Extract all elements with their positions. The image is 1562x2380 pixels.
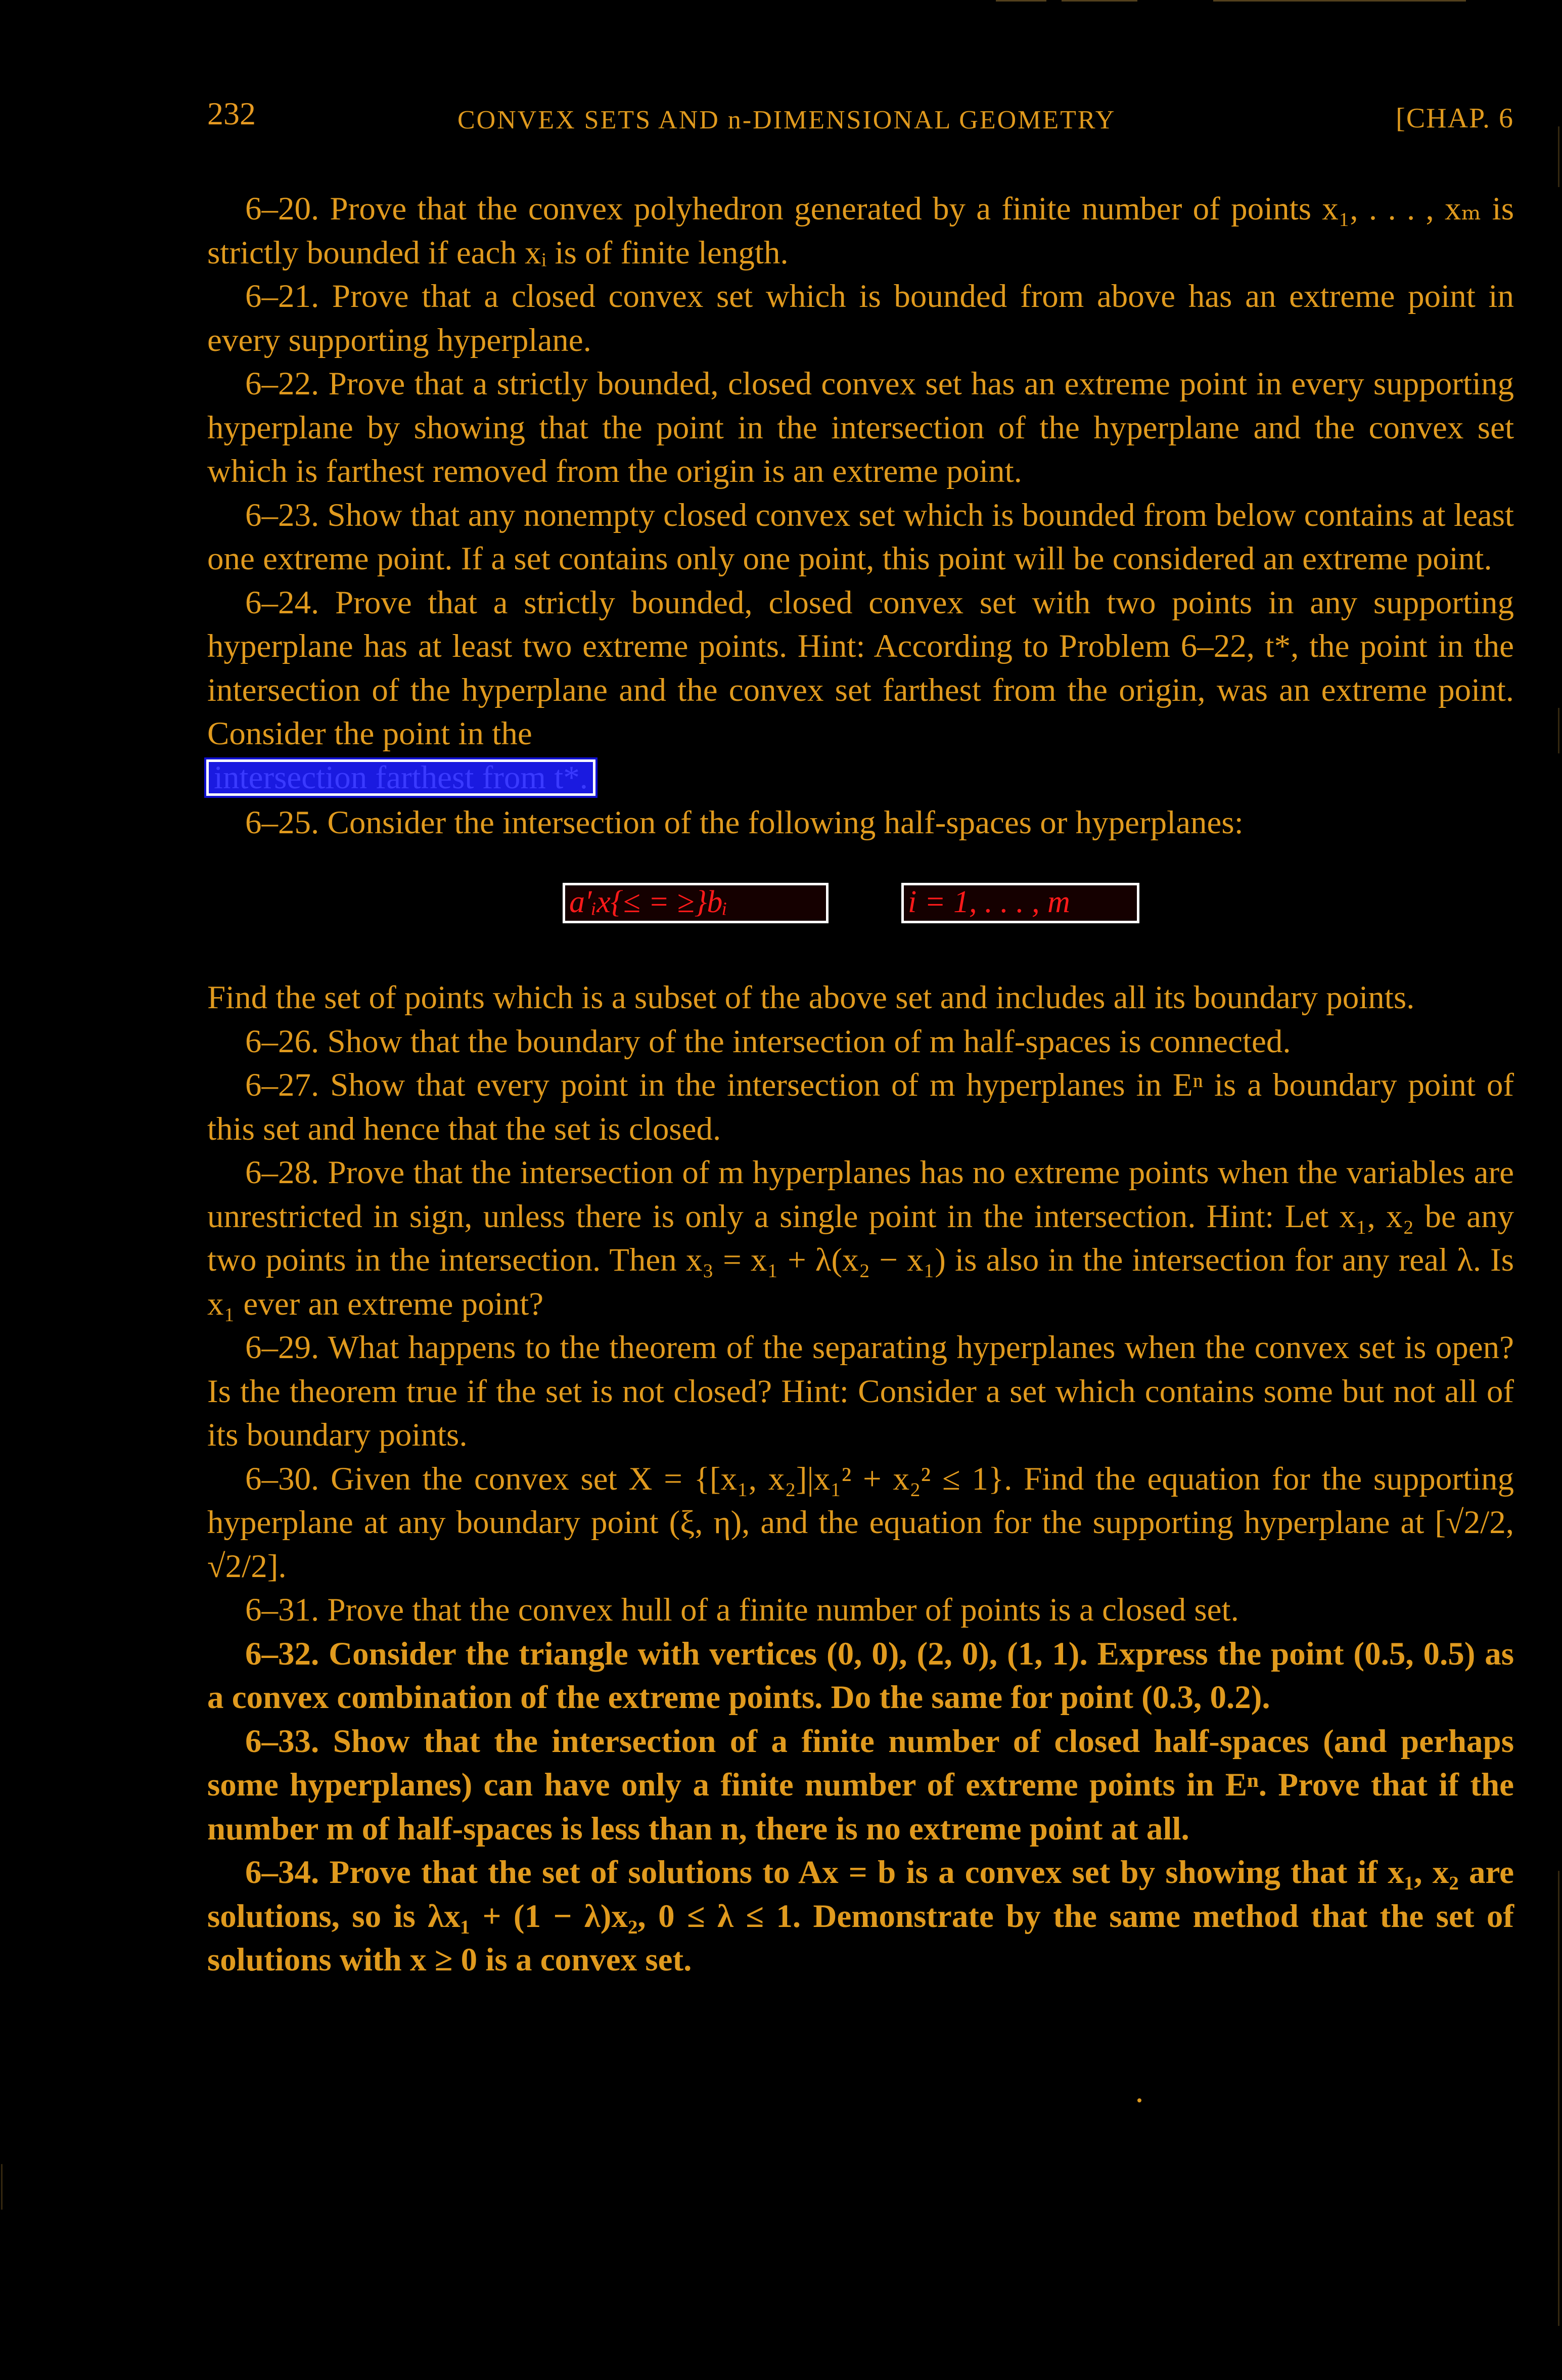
problem-6-25: 6–25. Consider the intersection of the f… [245,804,1244,841]
stray-dot [1137,2098,1141,2102]
problem-6-24-end: intersection farthest from t*. [204,756,1514,801]
formula-constraint[interactable]: a′ᵢx{≤ = ≥}bᵢ [563,883,829,923]
scan-artifact-line [996,0,1046,2]
formula-row: a′ᵢx{≤ = ≥}bᵢ i = 1, . . . , m [207,844,1514,976]
problem-6-34: 6–34. Prove that the set of solutions to… [207,1854,1514,1978]
running-title: CONVEX SETS AND n-DIMENSIONAL GEOMETRY [457,106,1116,134]
problem-6-24: 6–24. Prove that a strictly bounded, clo… [207,584,1514,752]
scan-artifact-edge [1,2164,3,2210]
problem-6-20: 6–20. Prove that the convex polyhedron g… [207,191,1514,271]
scan-artifact-line [1062,0,1137,2]
page-number: 232 [207,96,256,131]
running-header: 232 CONVEX SETS AND n-DIMENSIONAL GEOMET… [207,95,1514,141]
scan-artifact-line [1213,0,1466,2]
problem-6-31: 6–31. Prove that the convex hull of a fi… [245,1592,1239,1628]
problem-6-22: 6–22. Prove that a strictly bounded, clo… [207,366,1514,489]
document-page: 232 CONVEX SETS AND n-DIMENSIONAL GEOMET… [0,0,1562,2380]
problem-6-29: 6–29. What happens to the theorem of the… [207,1329,1514,1453]
highlighted-text-selection[interactable]: intersection farthest from t*. [204,757,598,798]
problem-list: 6–20. Prove that the convex polyhedron g… [204,187,1514,1982]
problem-6-21: 6–21. Prove that a closed convex set whi… [207,278,1514,358]
problem-6-26: 6–26. Show that the boundary of the inte… [245,1023,1291,1060]
problem-6-27: 6–27. Show that every point in the inter… [207,1067,1514,1147]
problem-6-28: 6–28. Prove that the intersection of m h… [207,1154,1514,1322]
scan-artifact-edge [1558,126,1559,187]
problem-6-25-continued: Find the set of points which is a subset… [207,979,1415,1016]
problem-6-33: 6–33. Show that the intersection of a fi… [207,1723,1514,1847]
problem-6-30: 6–30. Given the convex set X = {[x₁, x₂]… [207,1460,1514,1585]
scan-artifact-edge [1558,1871,1559,2326]
problem-6-32: 6–32. Consider the triangle with vertice… [207,1635,1514,1716]
chapter-label: [CHAP. 6 [1396,103,1514,134]
scan-artifact-edge [1558,708,1559,753]
formula-index-range[interactable]: i = 1, . . . , m [901,883,1139,923]
problem-6-23: 6–23. Show that any nonempty closed conv… [207,497,1514,577]
